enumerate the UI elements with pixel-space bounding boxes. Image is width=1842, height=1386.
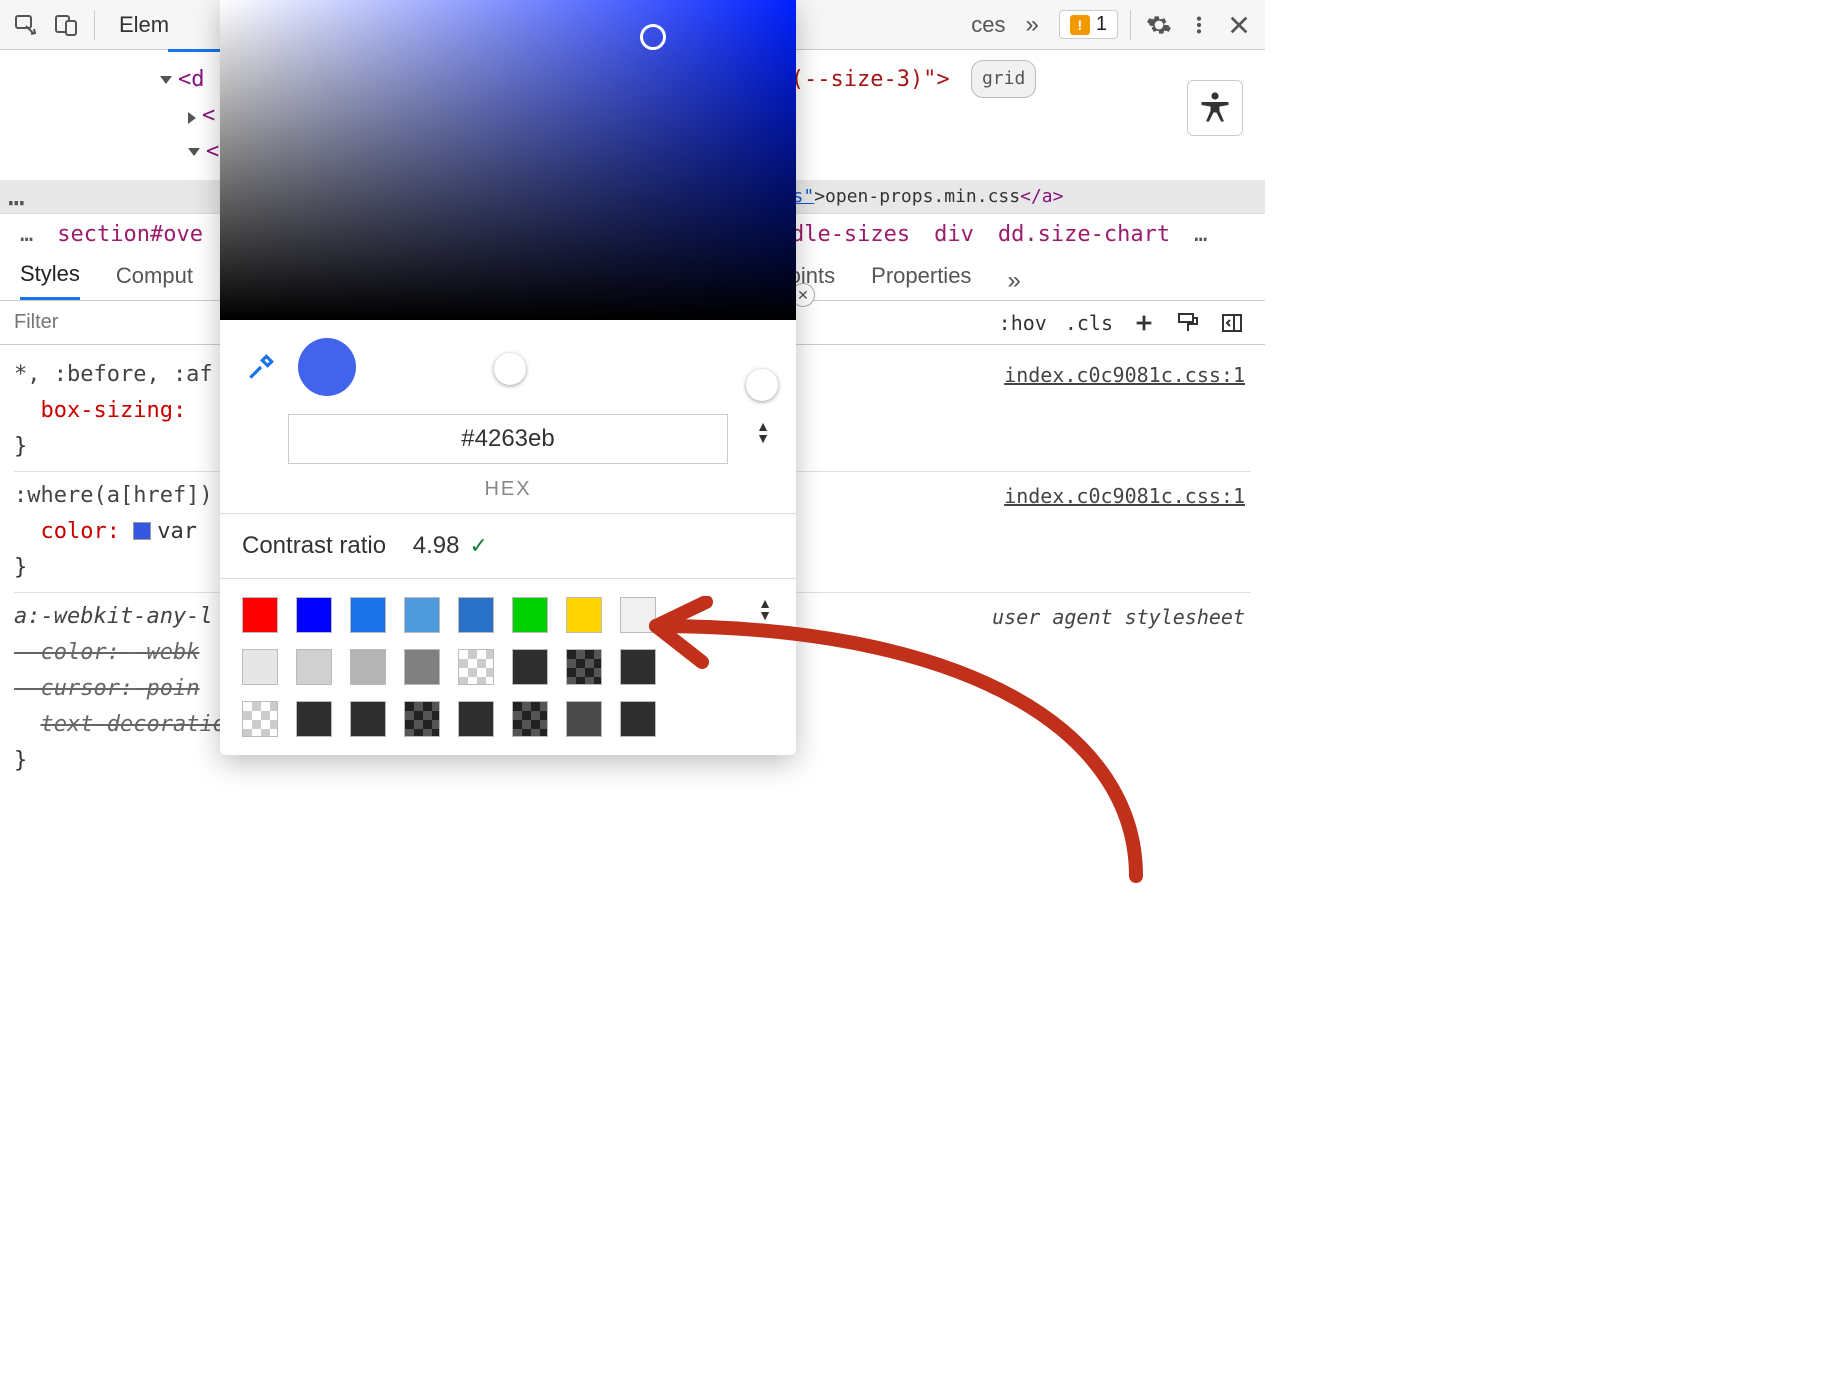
saturation-value-field[interactable] (220, 0, 796, 320)
active-tab-indicator (168, 49, 228, 52)
breadcrumb-item[interactable]: div (934, 222, 974, 247)
palette-swatch[interactable] (512, 597, 548, 633)
css-property[interactable]: color: (41, 640, 120, 665)
ellipsis-icon: ⋯ (0, 186, 33, 219)
settings-gear-icon[interactable] (1143, 9, 1175, 41)
paint-format-icon[interactable] (1175, 310, 1201, 336)
slider-thumb[interactable] (494, 353, 526, 385)
subtab-properties[interactable]: Properties (871, 263, 971, 299)
palette-swatch[interactable] (296, 701, 332, 737)
palette-swatch[interactable] (512, 701, 548, 737)
color-picker-popover: ▲▼ HEX Contrast ratio 4.98 ✓ ▲▼ (220, 0, 796, 755)
format-switch-spinner[interactable]: ▲▼ (756, 420, 770, 444)
palette-swatch[interactable] (458, 597, 494, 633)
inspect-element-icon[interactable] (10, 9, 42, 41)
palette-swatch[interactable] (404, 701, 440, 737)
more-tabs-chevron[interactable]: » (1026, 11, 1039, 39)
rule-source-label: user agent stylesheet (992, 599, 1245, 635)
breadcrumb-item[interactable]: dle-sizes (791, 222, 910, 247)
palette-swatch-grid: ▲▼ (220, 579, 796, 755)
palette-swatch[interactable] (350, 701, 386, 737)
palette-swatch[interactable] (404, 597, 440, 633)
cls-toggle[interactable]: .cls (1065, 311, 1113, 335)
text-node: >open-props.min.css (814, 186, 1020, 207)
css-property[interactable]: box-sizing: (41, 398, 187, 423)
css-property[interactable]: color: (41, 519, 120, 544)
close-devtools-icon[interactable] (1223, 9, 1255, 41)
person-icon (1197, 90, 1233, 126)
palette-switch-spinner[interactable]: ▲▼ (758, 597, 772, 621)
tab-partial[interactable]: ces (959, 12, 1017, 38)
sv-cursor-icon[interactable] (640, 24, 666, 50)
breadcrumb-item[interactable]: section#ove (57, 222, 203, 247)
more-subtabs-chevron[interactable]: » (1007, 267, 1020, 295)
subtab-styles[interactable]: Styles (20, 261, 80, 300)
palette-swatch[interactable] (350, 649, 386, 685)
accessibility-badge[interactable] (1187, 80, 1243, 136)
separator (1130, 10, 1131, 40)
palette-swatch[interactable] (296, 597, 332, 633)
palette-swatch[interactable] (620, 701, 656, 737)
palette-swatch[interactable] (404, 649, 440, 685)
palette-swatch[interactable] (620, 649, 656, 685)
color-swatch-icon[interactable] (133, 522, 151, 540)
palette-swatch[interactable] (458, 701, 494, 737)
palette-swatch[interactable] (512, 649, 548, 685)
eyedropper-icon[interactable] (242, 348, 280, 386)
styles-tools: :hov .cls (979, 310, 1265, 336)
expand-toggle-icon[interactable] (160, 76, 172, 84)
breadcrumb-item[interactable]: dd.size-chart (998, 222, 1170, 247)
separator (94, 10, 95, 40)
contrast-ratio-row[interactable]: Contrast ratio 4.98 ✓ (220, 513, 796, 579)
warning-icon: ! (1070, 15, 1090, 35)
tag-fragment: < (206, 139, 219, 164)
current-color-preview (298, 338, 356, 396)
toggle-sidebar-icon[interactable] (1219, 310, 1245, 336)
palette-swatch[interactable] (566, 701, 602, 737)
grid-badge[interactable]: grid (971, 60, 1036, 98)
palette-swatch[interactable] (566, 649, 602, 685)
palette-swatch[interactable] (296, 649, 332, 685)
palette-swatch[interactable] (242, 597, 278, 633)
close-tag: </a> (1020, 186, 1063, 207)
slider-thumb[interactable] (746, 369, 778, 401)
check-icon: ✓ (469, 533, 487, 559)
device-toggle-icon[interactable] (50, 9, 82, 41)
color-format-label: HEX (220, 478, 796, 513)
new-style-rule-icon[interactable] (1131, 310, 1157, 336)
issues-badge[interactable]: ! 1 (1059, 10, 1118, 39)
rule-source-link[interactable]: index.c0c9081c.css:1 (1004, 478, 1245, 514)
issues-count: 1 (1096, 13, 1107, 36)
expand-toggle-icon[interactable] (188, 112, 196, 124)
breadcrumb-ellipsis-right[interactable]: … (1194, 222, 1207, 247)
tab-elements[interactable]: Elem (107, 12, 181, 38)
subtab-computed[interactable]: Comput (116, 263, 193, 299)
palette-swatch[interactable] (566, 597, 602, 633)
palette-swatch[interactable] (458, 649, 494, 685)
tag-fragment: < (202, 103, 215, 128)
palette-swatch[interactable] (242, 649, 278, 685)
hex-input[interactable] (288, 414, 728, 464)
palette-swatch[interactable] (620, 597, 656, 633)
contrast-ratio-value: 4.98 (413, 532, 460, 560)
contrast-ratio-label: Contrast ratio (242, 532, 386, 560)
palette-swatch[interactable] (242, 701, 278, 737)
hov-toggle[interactable]: :hov (999, 311, 1047, 335)
palette-swatch[interactable] (350, 597, 386, 633)
breadcrumb-ellipsis-left[interactable]: … (20, 222, 33, 247)
kebab-menu-icon[interactable] (1183, 9, 1215, 41)
rule-source-link[interactable]: index.c0c9081c.css:1 (1004, 357, 1245, 393)
css-value[interactable]: poin (146, 676, 199, 701)
expand-toggle-icon[interactable] (188, 148, 200, 156)
css-property[interactable]: cursor: (41, 676, 134, 701)
css-value[interactable]: var (157, 519, 197, 544)
tag-fragment: <d (178, 67, 205, 92)
css-value[interactable]: -webk (133, 640, 199, 665)
